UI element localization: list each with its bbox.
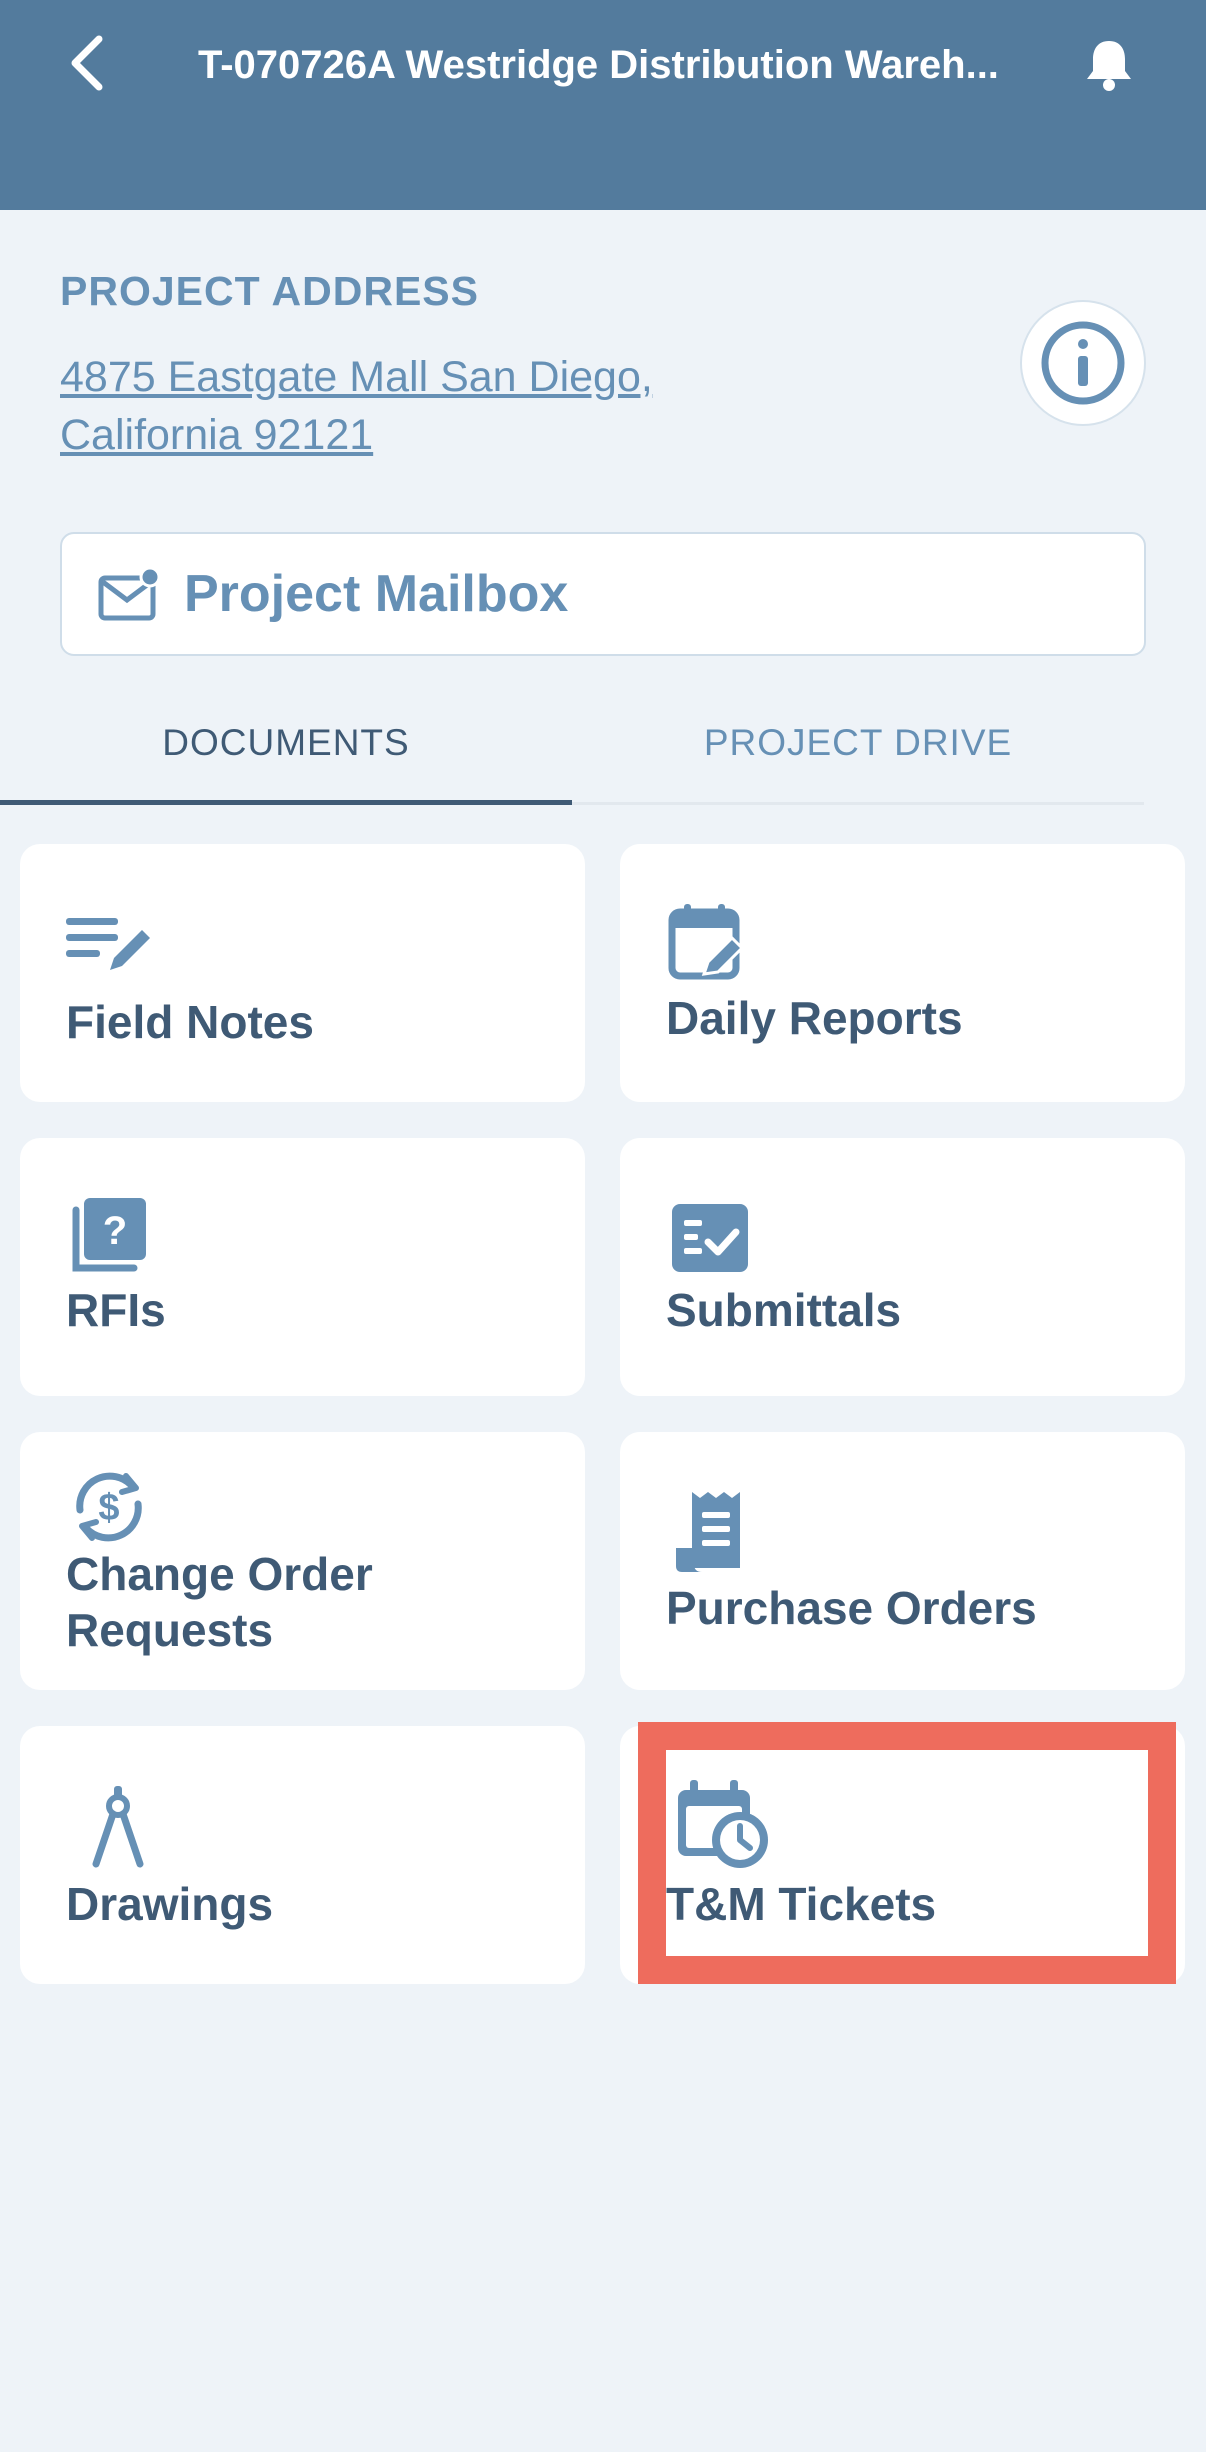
- app-header: T-070726A Westridge Distribution Wareh..…: [0, 0, 1206, 210]
- back-button[interactable]: [52, 28, 122, 98]
- card-label: Field Notes: [66, 996, 314, 1048]
- receipt-icon: [676, 1492, 740, 1572]
- project-mailbox-label: Project Mailbox: [184, 565, 569, 623]
- checklist-icon: [672, 1204, 748, 1272]
- tab-project-drive[interactable]: PROJECT DRIVE: [572, 680, 1144, 806]
- page-title: T-070726A Westridge Distribution Wareh..…: [198, 43, 999, 87]
- change-order-requests-card[interactable]: $ Change Order Requests: [20, 1432, 585, 1690]
- notes-pencil-icon: [66, 918, 150, 970]
- project-mailbox-button[interactable]: Project Mailbox: [60, 532, 1146, 656]
- field-notes-card[interactable]: Field Notes: [20, 844, 585, 1102]
- card-label: Submittals: [666, 1284, 902, 1336]
- tab-documents[interactable]: DOCUMENTS: [0, 680, 572, 806]
- question-stack-icon: ?: [72, 1198, 146, 1272]
- info-icon: [1041, 321, 1125, 405]
- svg-text:?: ?: [103, 1209, 127, 1253]
- card-label: Drawings: [66, 1878, 274, 1930]
- card-label-line-2: Requests: [66, 1604, 274, 1656]
- active-tab-indicator: [0, 800, 572, 805]
- rfis-card[interactable]: ? RFIs: [20, 1138, 585, 1396]
- card-label-line-1: Change Order: [66, 1548, 373, 1600]
- submittals-card[interactable]: Submittals: [620, 1138, 1185, 1396]
- mail-icon: [98, 566, 160, 621]
- daily-reports-card[interactable]: Daily Reports: [620, 844, 1185, 1102]
- card-label: Purchase Orders: [666, 1582, 1037, 1634]
- tab-divider: [572, 802, 1144, 805]
- purchase-orders-card[interactable]: Purchase Orders: [620, 1432, 1185, 1690]
- calendar-edit-icon: [668, 904, 745, 980]
- drawings-card[interactable]: Drawings: [20, 1726, 585, 1984]
- card-label: Daily Reports: [666, 992, 963, 1044]
- project-address-label: PROJECT ADDRESS: [60, 268, 479, 314]
- compass-icon: [92, 1786, 144, 1868]
- project-address-link[interactable]: 4875 Eastgate Mall San Diego, California…: [60, 348, 780, 464]
- notifications-button[interactable]: [1078, 32, 1140, 98]
- tab-bar: DOCUMENTS PROJECT DRIVE: [0, 680, 1206, 806]
- bell-icon: [1087, 41, 1131, 91]
- dollar-cycle-icon: $: [76, 1472, 142, 1542]
- address-line-2: California 92121: [60, 411, 374, 459]
- svg-text:$: $: [98, 1487, 119, 1529]
- chevron-left-icon: [71, 35, 103, 91]
- project-info-button[interactable]: [1020, 300, 1146, 426]
- highlight-box: [638, 1722, 1176, 1984]
- card-label: RFIs: [66, 1284, 166, 1336]
- address-line-1: 4875 Eastgate Mall San Diego,: [60, 353, 653, 401]
